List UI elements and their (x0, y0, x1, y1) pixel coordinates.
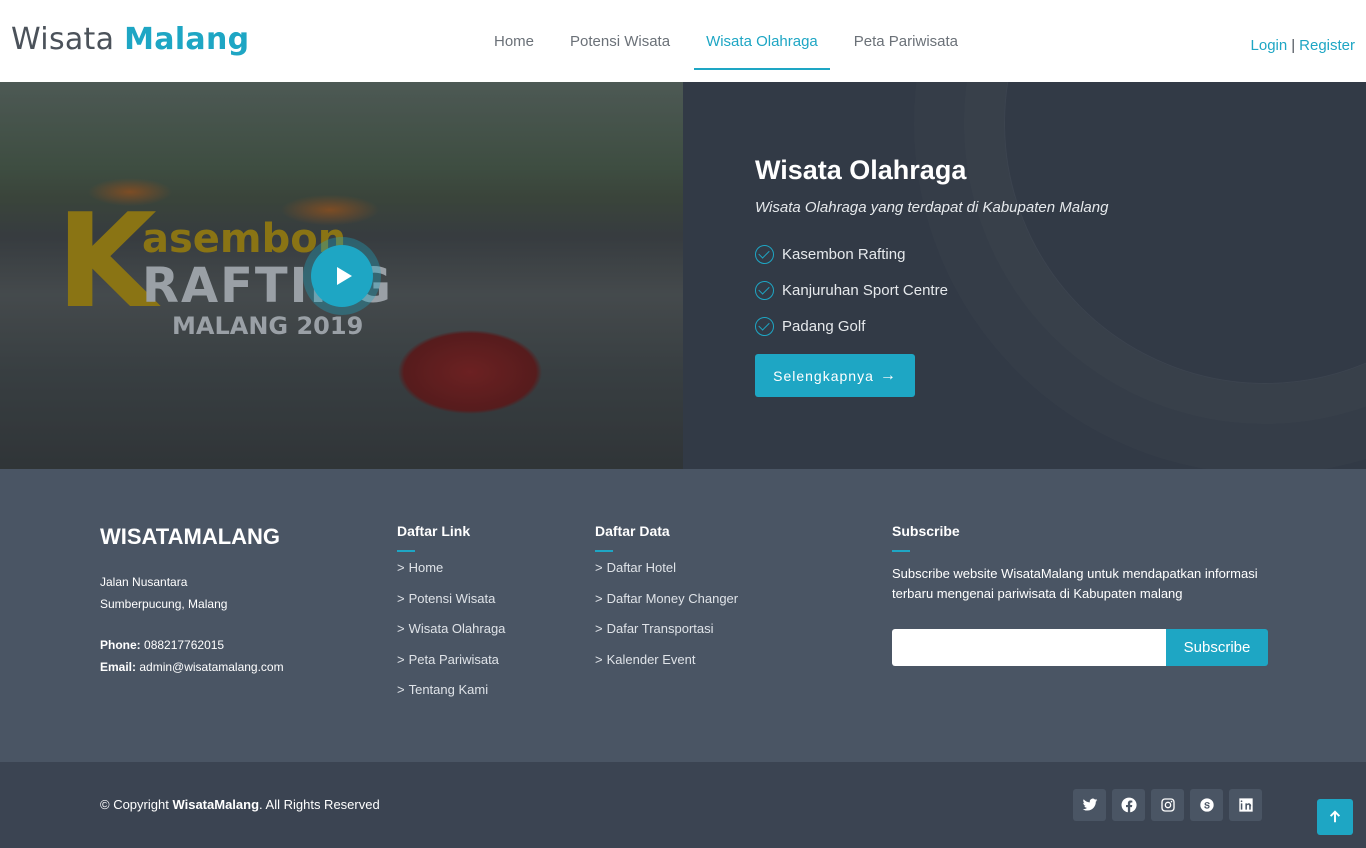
subscribe-button[interactable]: Subscribe (1166, 629, 1268, 666)
feature-list: Kasembon Rafting Kanjuruhan Sport Centre… (755, 236, 948, 344)
footer-link-daftar-hotel[interactable]: > Daftar Hotel (595, 560, 738, 591)
cta-label: Selengkapnya (773, 367, 874, 384)
twitter-button[interactable] (1073, 789, 1106, 821)
hero-info-panel: Wisata Olahraga Wisata Olahraga yang ter… (683, 82, 1366, 469)
chevron-right-icon: > (397, 560, 405, 575)
check-circle-icon (755, 316, 774, 336)
hero-title: Wisata Olahraga (755, 155, 967, 185)
phone-value: 088217762015 (144, 638, 225, 652)
hero-subtitle: Wisata Olahraga yang terdapat di Kabupat… (755, 199, 1109, 216)
register-link[interactable]: Register (1299, 37, 1355, 54)
footer-address: Jalan Nusantara Sumberpucung, Malang (100, 572, 227, 615)
subscribe-email-input[interactable] (892, 629, 1166, 666)
social-links (1073, 789, 1268, 821)
video-thumbnail[interactable]: K asembon RAFTING MALANG 2019 (0, 82, 683, 469)
email-value: admin@wisatamalang.com (139, 659, 284, 674)
email-label: Email: (100, 659, 137, 674)
chevron-right-icon: > (397, 682, 405, 697)
footer-link-wisata-olahraga[interactable]: > Wisata Olahraga (397, 621, 505, 652)
instagram-button[interactable] (1151, 789, 1184, 821)
footer-link-money-changer[interactable]: > Daftar Money Changer (595, 591, 738, 622)
footer-link-kalender-event[interactable]: > Kalender Event (595, 652, 738, 683)
footer-brand: WISATAMALANG (100, 524, 281, 549)
logo-main-text: Wisata (11, 22, 115, 57)
site-header: Wisata Malang Home Potensi Wisata Wisata… (0, 0, 1366, 82)
links-column-title: Daftar Link (397, 523, 471, 552)
footer-link-tentang-kami[interactable]: > Tentang Kami (397, 682, 505, 713)
list-item-label: Kasembon Rafting (782, 245, 906, 263)
footer-bottom: © Copyright WisataMalang. All Rights Res… (0, 762, 1366, 848)
chevron-right-icon: > (595, 590, 603, 606)
phone-label: Phone: (100, 638, 141, 652)
hero-section: K asembon RAFTING MALANG 2019 Wisata Ola… (0, 82, 1366, 469)
list-item: Padang Golf (755, 308, 948, 344)
logo-accent-text: Malang (124, 22, 250, 57)
copyright-prefix: © Copyright (100, 797, 169, 812)
facebook-icon (1121, 797, 1137, 813)
subscribe-description: Subscribe website WisataMalang untuk men… (892, 566, 1258, 601)
list-item-label: Padang Golf (782, 317, 866, 335)
main-nav: Home Potensi Wisata Wisata Olahraga Peta… (476, 0, 976, 82)
skype-icon (1199, 798, 1214, 812)
arrow-right-icon: → (879, 366, 897, 384)
subscribe-form: Subscribe (892, 629, 1268, 666)
auth-links: Login | Register (1251, 37, 1355, 54)
copyright-text: © Copyright WisataMalang. All Rights Res… (100, 797, 380, 812)
play-icon (337, 267, 352, 285)
instagram-icon (1160, 798, 1175, 812)
footer-link-label: Home (408, 560, 444, 575)
footer-top: WISATAMALANG Jalan Nusantara Sumberpucun… (0, 469, 1366, 762)
check-circle-icon (755, 244, 774, 264)
footer-link-label: Tentang Kami (408, 682, 489, 697)
chevron-right-icon: > (397, 590, 405, 606)
copyright-suffix: . All Rights Reserved (259, 797, 380, 812)
footer-link-potensi-wisata[interactable]: > Potensi Wisata (397, 591, 505, 622)
chevron-right-icon: > (397, 621, 405, 636)
facebook-button[interactable] (1112, 789, 1145, 821)
footer-link-label: Daftar Money Changer (606, 590, 739, 606)
list-item: Kasembon Rafting (755, 236, 948, 272)
nav-item-peta-pariwisata[interactable]: Peta Pariwisata (836, 0, 976, 82)
play-button[interactable] (311, 245, 373, 307)
site-logo[interactable]: Wisata Malang (11, 22, 249, 57)
chevron-right-icon: > (595, 651, 603, 667)
footer-contact: Phone: 088217762015 Email: admin@wisatam… (100, 635, 284, 678)
list-item-label: Kanjuruhan Sport Centre (782, 281, 948, 299)
skype-button[interactable] (1190, 789, 1223, 821)
chevron-right-icon: > (397, 651, 405, 667)
video-title-line3: MALANG 2019 (172, 312, 364, 340)
video-title-line1: asembon (142, 216, 347, 262)
footer-link-label: Dafar Transportasi (606, 621, 714, 636)
check-circle-icon (755, 280, 774, 300)
nav-item-potensi-wisata[interactable]: Potensi Wisata (552, 0, 688, 82)
twitter-icon (1082, 798, 1097, 811)
footer-link-transportasi[interactable]: > Dafar Transportasi (595, 621, 738, 652)
copyright-brand: WisataMalang (172, 797, 260, 812)
chevron-right-icon: > (595, 621, 603, 636)
footer-link-peta-pariwisata[interactable]: > Peta Pariwisata (397, 652, 505, 683)
footer-link-label: Peta Pariwisata (408, 651, 499, 667)
data-column-title: Daftar Data (595, 523, 670, 552)
footer-link-label: Kalender Event (606, 651, 696, 667)
footer-link-home[interactable]: > Home (397, 560, 505, 591)
address-line-2: Sumberpucung, Malang (100, 596, 228, 611)
footer-links-list: > Home > Potensi Wisata > Wisata Olahraga >… (397, 560, 505, 713)
list-item: Kanjuruhan Sport Centre (755, 272, 948, 308)
nav-item-wisata-olahraga[interactable]: Wisata Olahraga (688, 0, 836, 82)
footer-data-list: > Daftar Hotel > Daftar Money Changer > Daf… (595, 560, 738, 682)
chevron-right-icon: > (595, 560, 603, 575)
selengkapnya-button[interactable]: Selengkapnya → (755, 354, 915, 397)
footer-link-label: Potensi Wisata (408, 590, 496, 606)
address-line-1: Jalan Nusantara (100, 575, 188, 589)
subscribe-column-title: Subscribe (892, 523, 960, 552)
linkedin-icon (1238, 798, 1253, 812)
footer-link-label: Wisata Olahraga (408, 621, 506, 636)
auth-separator: | (1291, 37, 1296, 54)
linkedin-button[interactable] (1229, 789, 1262, 821)
footer-link-label: Daftar Hotel (606, 560, 676, 575)
login-link[interactable]: Login (1251, 37, 1288, 54)
arrow-up-icon (1329, 810, 1341, 823)
nav-item-home[interactable]: Home (476, 0, 552, 82)
back-to-top-button[interactable] (1317, 799, 1353, 835)
